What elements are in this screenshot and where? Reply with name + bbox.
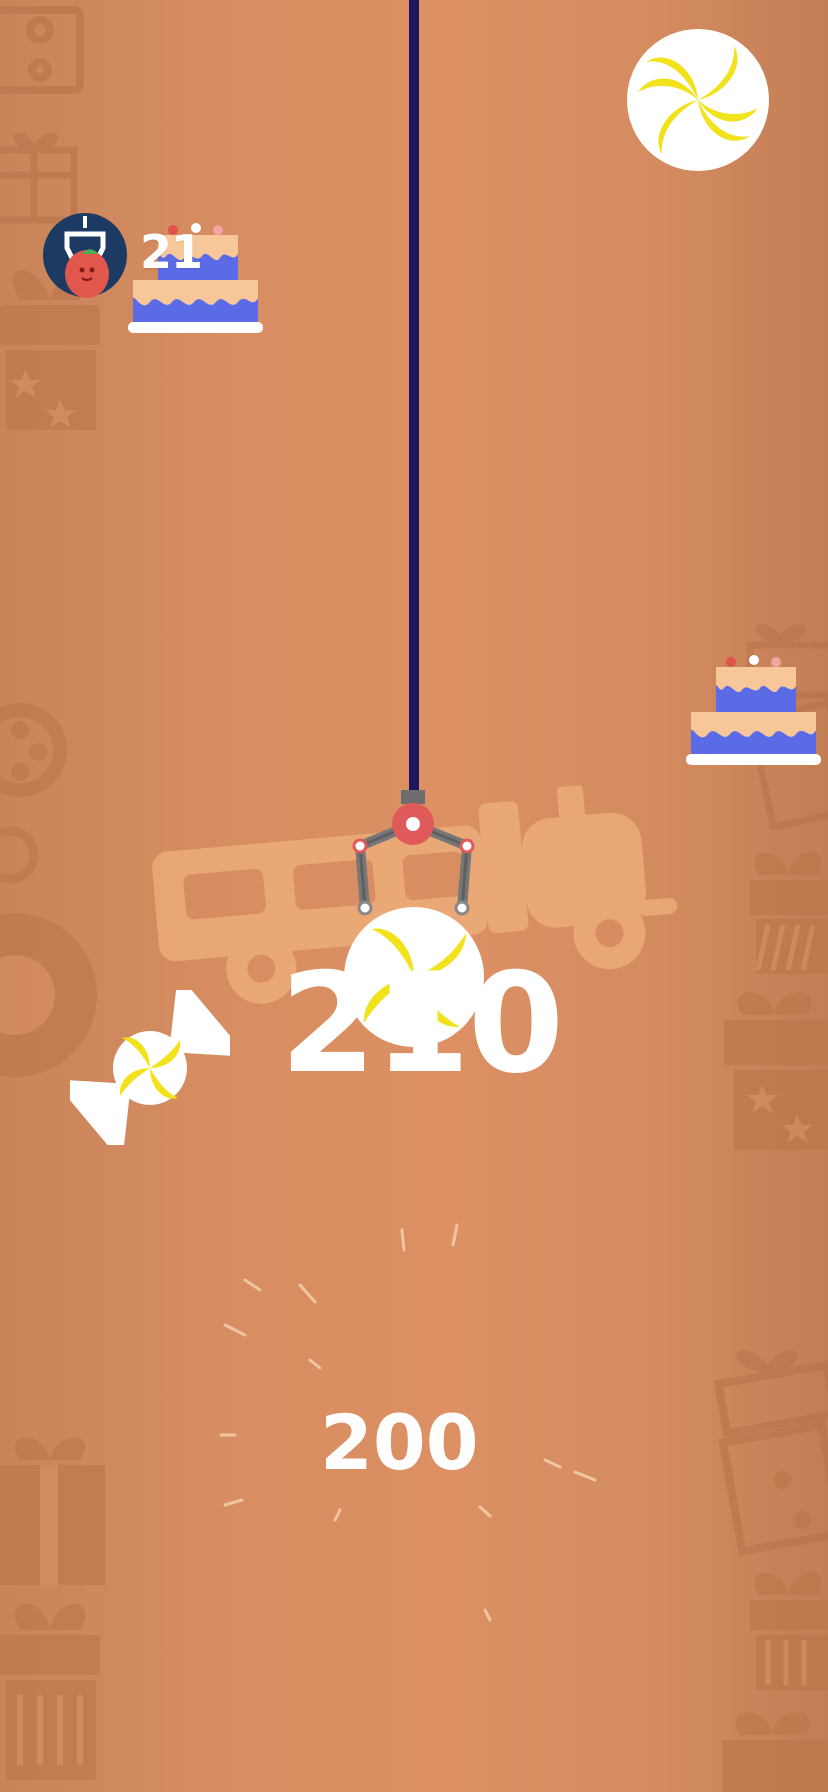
points-popup: 200 xyxy=(320,1398,479,1487)
swirl-candy-icon xyxy=(627,29,769,171)
gift-box-icon xyxy=(0,1437,105,1585)
gear-icon xyxy=(0,826,39,884)
gift-outline-icon xyxy=(0,6,84,94)
gift-box-icon xyxy=(724,992,828,1150)
gift-outline-icon xyxy=(713,1350,828,1556)
claw-tomato-avatar-icon[interactable] xyxy=(42,212,128,298)
level-number: 21 xyxy=(140,225,203,279)
claw-rope xyxy=(409,0,419,800)
score-value: 210 xyxy=(280,943,564,1104)
gear-icon xyxy=(0,703,67,797)
gift-box-icon xyxy=(722,1712,828,1792)
game-canvas[interactable]: 21 210 200 xyxy=(0,0,828,1792)
gift-box-icon xyxy=(750,1572,828,1690)
claw-icon[interactable] xyxy=(345,790,480,920)
wrapped-candy-icon xyxy=(70,990,230,1145)
gift-box-icon xyxy=(750,852,828,974)
cake-icon xyxy=(686,655,821,765)
gift-box-icon xyxy=(0,1603,100,1780)
